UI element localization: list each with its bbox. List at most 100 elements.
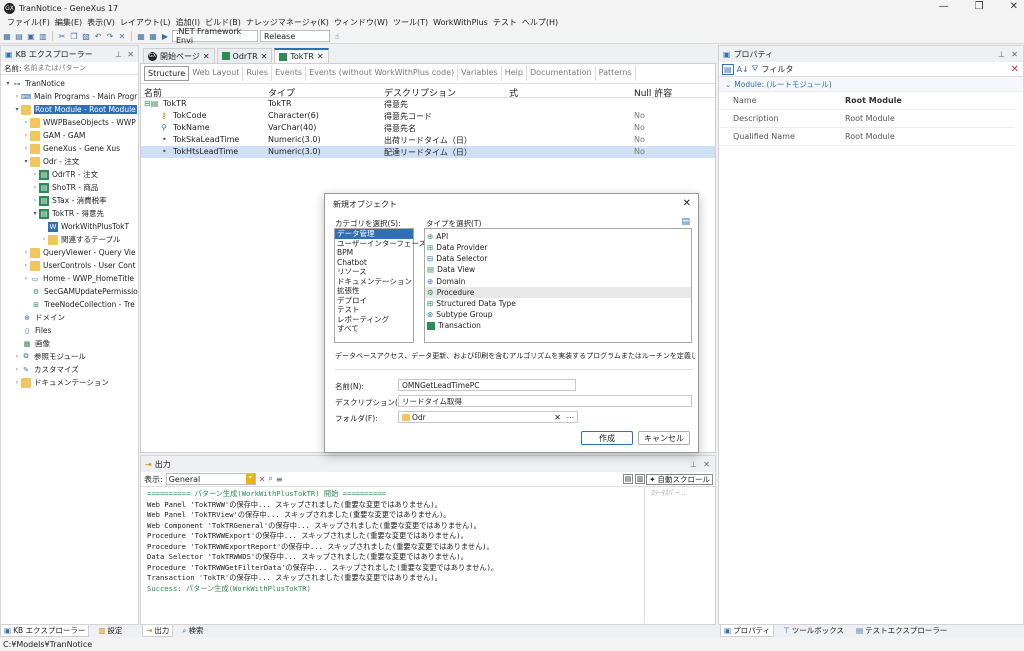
clear-filter-icon[interactable]: ✕: [1011, 64, 1019, 75]
table-row[interactable]: ⚷ TokCode Character(6) 得意先コード No: [141, 110, 715, 122]
tree-item[interactable]: › 関連するテーブル: [40, 233, 121, 246]
table-row[interactable]: • TokSkaLeadTime Numeric(3.0) 出荷リードタイム（日…: [141, 134, 715, 146]
menu-view[interactable]: 表示(V): [87, 17, 115, 28]
expand-icon[interactable]: ›: [22, 275, 30, 282]
pin-icon[interactable]: ⊥: [998, 50, 1005, 59]
expand-icon[interactable]: ›: [31, 184, 39, 191]
cut-icon[interactable]: ✂: [57, 31, 67, 41]
property-group[interactable]: ⌄ Module: (ルートモジュール): [719, 77, 1023, 92]
tab-toolbox[interactable]: ⊤ ツールボックス: [780, 625, 847, 636]
menu-help[interactable]: ヘルプ(H): [522, 17, 558, 28]
subtab-variables[interactable]: Variables: [458, 66, 502, 81]
run-icon[interactable]: ▶: [160, 31, 170, 41]
toggle-detail-icon[interactable]: ▥: [635, 474, 645, 484]
menu-test[interactable]: テスト: [493, 17, 517, 28]
output-divider[interactable]: [644, 487, 645, 623]
category-item[interactable]: ユーザーインターフェース: [335, 239, 426, 249]
tree-item[interactable]: ▾ Odr - 注文: [22, 155, 79, 168]
menu-knowledge-manager[interactable]: ナレッジマネージャ(K): [246, 17, 329, 28]
category-item[interactable]: デプロイ: [335, 296, 413, 306]
category-item[interactable]: テスト: [335, 305, 413, 315]
tree-item[interactable]: ▯ Files: [22, 324, 51, 337]
tab-start-page[interactable]: GX 開始ページ ✕: [143, 48, 215, 63]
tree-item[interactable]: ▩ 画像: [22, 337, 50, 350]
sort-alpha-icon[interactable]: A↓: [737, 65, 749, 74]
expand-icon[interactable]: ›: [40, 236, 48, 243]
close-icon[interactable]: ✕: [261, 52, 268, 61]
tree-item[interactable]: › ⌨ Main Programs - Main Progr: [13, 90, 138, 103]
expand-icon[interactable]: ›: [31, 171, 39, 178]
tree-item[interactable]: › WWPBaseObjects - WWP: [22, 116, 136, 129]
tree-item[interactable]: ▾ ▤ TokTR - 得意先: [31, 207, 104, 220]
tab-properties[interactable]: ▣ プロパティ: [720, 624, 775, 637]
tab-preferences[interactable]: ▥ 設定: [95, 625, 125, 636]
dropdown-arrow-icon[interactable]: ▾: [245, 474, 255, 484]
pin-icon[interactable]: ⊥: [690, 460, 697, 469]
environment-select[interactable]: .NET Framework Envi: [172, 27, 258, 45]
expand-icon[interactable]: ›: [22, 249, 30, 256]
collapse-icon[interactable]: ▾: [4, 80, 12, 87]
tab-odrtr[interactable]: OdrTR ✕: [216, 48, 273, 63]
minimize-button[interactable]: —: [939, 1, 949, 12]
filter-icon[interactable]: ⛛: [752, 64, 759, 74]
description-input[interactable]: リードタイム取得: [398, 395, 692, 407]
tree-item[interactable]: ⊞ TreeNodeCollection - Tre: [31, 298, 135, 311]
subtab-rules[interactable]: Rules: [243, 66, 272, 81]
expand-icon[interactable]: ›: [31, 197, 39, 204]
expand-icon[interactable]: ›: [22, 132, 30, 139]
configuration-select[interactable]: Release: [260, 30, 330, 42]
property-row[interactable]: Qualified Name Root Module: [719, 128, 1015, 146]
expand-icon[interactable]: ›: [13, 379, 21, 386]
table-row[interactable]: ⚲ TokName VarChar(40) 得意先名 No: [141, 122, 715, 134]
menu-edit[interactable]: 編集(E): [55, 17, 82, 28]
close-icon[interactable]: ✕: [317, 52, 324, 61]
expand-icon[interactable]: ›: [13, 93, 21, 100]
maximize-button[interactable]: ❐: [975, 1, 984, 12]
tab-output[interactable]: ⇥ 出力: [142, 624, 174, 637]
property-row[interactable]: Description Root Module: [719, 110, 1015, 128]
subtab-help[interactable]: Help: [502, 66, 527, 81]
paste-icon[interactable]: ▧: [81, 31, 91, 41]
collapse-icon[interactable]: ▾: [31, 210, 39, 217]
subtab-patterns[interactable]: Patterns: [596, 66, 636, 81]
open-icon[interactable]: ▤: [14, 31, 24, 41]
menu-tools[interactable]: ツール(T): [393, 17, 428, 28]
tree-item[interactable]: › ドキュメンテーション: [13, 376, 109, 389]
tree-item[interactable]: › ▤ STax - 消費税率: [31, 194, 107, 207]
hand-pointer-icon[interactable]: ☝: [332, 31, 342, 41]
build-icon[interactable]: ▦: [136, 31, 146, 41]
table-row[interactable]: ⊟▤ TokTR TokTR 得意先: [141, 98, 715, 110]
type-item[interactable]: ⊟ Data Selector: [425, 253, 691, 264]
tab-toktr[interactable]: TokTR ✕: [274, 48, 329, 63]
subtab-events-without-wwp[interactable]: Events (without WorkWithPlus code): [306, 66, 459, 81]
tree-item[interactable]: › QueryViewer - Query Vie: [22, 246, 136, 259]
category-item[interactable]: BPM: [335, 248, 413, 258]
tree-item[interactable]: ⚙ SecGAMUpdatePermissio: [31, 285, 138, 298]
tree-item[interactable]: › ✎ カスタマイズ: [13, 363, 79, 376]
expand-icon[interactable]: ›: [22, 262, 30, 269]
cancel-icon[interactable]: ✕: [117, 31, 127, 41]
toggle-list-icon[interactable]: ▤: [623, 474, 633, 484]
word-wrap-icon[interactable]: ≡: [276, 475, 283, 484]
type-item[interactable]: ⊞ Data Provider: [425, 242, 691, 253]
tree-item[interactable]: › UserControls - User Cont: [22, 259, 136, 272]
dialog-close-icon[interactable]: ✕: [683, 198, 691, 209]
category-item[interactable]: ドキュメンテーション: [335, 277, 413, 287]
menu-layout[interactable]: レイアウト(L): [120, 17, 171, 28]
expand-icon[interactable]: ›: [13, 366, 21, 373]
type-item[interactable]: ⊕ Domain: [425, 276, 691, 287]
tree-item[interactable]: ⊕ ドメイン: [22, 311, 65, 324]
clear-folder-icon[interactable]: ✕: [554, 413, 561, 422]
folder-input[interactable]: Odr ✕ ⋯: [398, 411, 578, 423]
category-item[interactable]: 拡張性: [335, 286, 413, 296]
browse-folder-icon[interactable]: ⋯: [567, 413, 575, 422]
menu-window[interactable]: ウィンドウ(W): [334, 17, 388, 28]
subtab-web-layout[interactable]: Web Layout: [189, 66, 244, 81]
create-button[interactable]: 作成: [581, 431, 633, 445]
property-row[interactable]: Name Root Module: [719, 92, 1015, 110]
name-input[interactable]: OMNGetLeadTimePC: [398, 379, 576, 391]
table-row-selected[interactable]: • TokHtsLeadTime Numeric(3.0) 配達リードタイム（日…: [141, 146, 715, 158]
tree-item[interactable]: W WorkWithPlusTokT: [48, 220, 129, 233]
kb-search-input[interactable]: [23, 64, 124, 72]
categorized-icon[interactable]: ▤: [722, 63, 734, 75]
